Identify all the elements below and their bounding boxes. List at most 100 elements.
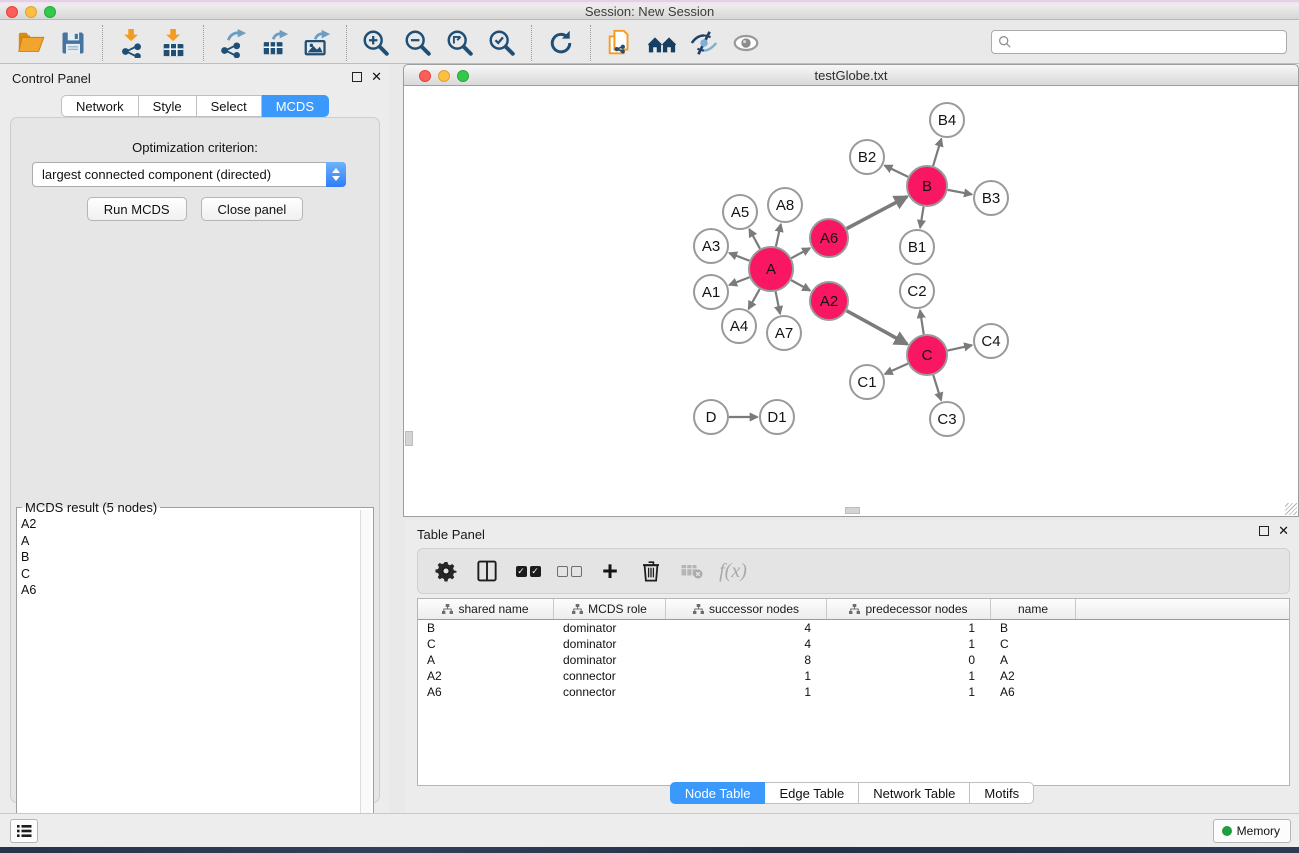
select-all-button[interactable]: ✓✓ [512, 554, 544, 588]
import-network-button[interactable] [113, 25, 151, 61]
deselect-all-button[interactable] [553, 554, 585, 588]
column-header-mcds-role[interactable]: MCDS role [554, 599, 666, 619]
node-C4[interactable]: C4 [974, 324, 1008, 358]
column-header-successor-nodes[interactable]: successor nodes [666, 599, 827, 619]
node-B2[interactable]: B2 [850, 140, 884, 174]
node-C3[interactable]: C3 [930, 402, 964, 436]
delete-table-button[interactable] [676, 554, 708, 588]
search-input[interactable] [1012, 32, 1286, 52]
export-table-button[interactable] [256, 25, 294, 61]
edge-B-B1[interactable] [920, 207, 923, 228]
edge-A2-C[interactable] [847, 311, 908, 344]
node-B1[interactable]: B1 [900, 230, 934, 264]
node-B[interactable]: B [907, 166, 947, 206]
tab-motifs[interactable]: Motifs [970, 782, 1034, 804]
network-vertical-scrollbar[interactable] [405, 431, 413, 446]
node-A1[interactable]: A1 [694, 275, 728, 309]
node-A6[interactable]: A6 [810, 219, 848, 257]
result-item-c[interactable]: C [21, 566, 357, 583]
apply-function-button[interactable]: f(x) [717, 554, 749, 588]
edge-B-B4[interactable] [933, 139, 941, 166]
edge-C-C3[interactable] [933, 375, 941, 400]
node-A4[interactable]: A4 [722, 309, 756, 343]
resize-grip-icon[interactable] [1285, 503, 1297, 515]
refresh-button[interactable] [542, 25, 580, 61]
node-D1[interactable]: D1 [760, 400, 794, 434]
column-header-shared-name[interactable]: shared name [418, 599, 554, 619]
duplicate-network-button[interactable] [601, 25, 639, 61]
node-A5[interactable]: A5 [723, 195, 757, 229]
edge-A-A7[interactable] [776, 292, 781, 314]
edge-A-A1[interactable] [729, 277, 749, 285]
edge-C-C1[interactable] [885, 364, 908, 374]
edge-A-A5[interactable] [749, 229, 760, 249]
column-header-predecessor-nodes[interactable]: predecessor nodes [827, 599, 991, 619]
table-row[interactable]: A2connector11A2 [418, 668, 1289, 684]
tab-select[interactable]: Select [197, 95, 262, 117]
search-field[interactable] [991, 30, 1287, 54]
result-scrollbar[interactable] [360, 510, 371, 845]
edge-A-A2[interactable] [791, 280, 810, 291]
edge-B-B3[interactable] [948, 190, 972, 195]
open-session-button[interactable] [12, 25, 50, 61]
tab-style[interactable]: Style [139, 95, 197, 117]
node-A7[interactable]: A7 [767, 316, 801, 350]
result-item-a[interactable]: A [21, 533, 357, 550]
node-B4[interactable]: B4 [930, 103, 964, 137]
close-panel-icon[interactable]: ✕ [371, 72, 382, 82]
network-canvas[interactable]: B4 B2 B B3 A5 A8A6 B1 A3 A C2 A1 A2 A4 A7 C4 C C1 C3 D D1 [403, 86, 1299, 517]
node-A8[interactable]: A8 [768, 188, 802, 222]
result-item-a2[interactable]: A2 [21, 516, 357, 533]
tab-edge-table[interactable]: Edge Table [765, 782, 859, 804]
save-session-button[interactable] [54, 25, 92, 61]
zoom-out-button[interactable] [399, 25, 437, 61]
edge-A-A8[interactable] [776, 224, 781, 246]
node-B3[interactable]: B3 [974, 181, 1008, 215]
edge-C-C2[interactable] [920, 310, 924, 334]
home-button[interactable] [643, 25, 681, 61]
edge-A-A3[interactable] [729, 253, 749, 261]
edge-A-A6[interactable] [791, 248, 810, 258]
table-options-button[interactable] [430, 554, 462, 588]
node-C1[interactable]: C1 [850, 365, 884, 399]
edge-A6-B[interactable] [847, 197, 907, 229]
add-column-button[interactable]: + [594, 554, 626, 588]
table-row[interactable]: A6connector11A6 [418, 684, 1289, 700]
node-C2[interactable]: C2 [900, 274, 934, 308]
node-A2[interactable]: A2 [810, 282, 848, 320]
node-A[interactable]: A [749, 247, 793, 291]
network-horizontal-scrollbar[interactable] [845, 507, 860, 514]
export-image-button[interactable] [298, 25, 336, 61]
table-row[interactable]: Cdominator41C [418, 636, 1289, 652]
column-header-name[interactable]: name [991, 599, 1076, 619]
table-row[interactable]: Adominator80A [418, 652, 1289, 668]
memory-button[interactable]: Memory [1213, 819, 1291, 843]
show-graphics-details-button[interactable] [727, 25, 765, 61]
node-A3[interactable]: A3 [694, 229, 728, 263]
delete-column-button[interactable] [635, 554, 667, 588]
zoom-selected-button[interactable] [483, 25, 521, 61]
tab-mcds[interactable]: MCDS [262, 95, 329, 117]
tab-network-table[interactable]: Network Table [859, 782, 970, 804]
node-D[interactable]: D [694, 400, 728, 434]
zoom-in-button[interactable] [357, 25, 395, 61]
table-row[interactable]: Bdominator41B [418, 620, 1289, 636]
edge-B-B2[interactable] [885, 165, 909, 176]
hide-graphics-details-button[interactable] [685, 25, 723, 61]
float-panel-icon[interactable] [352, 72, 362, 82]
tab-node-table[interactable]: Node Table [670, 782, 766, 804]
network-window-titlebar[interactable]: testGlobe.txt [403, 64, 1299, 86]
node-C[interactable]: C [907, 335, 947, 375]
task-history-button[interactable] [10, 819, 38, 843]
import-table-button[interactable] [155, 25, 193, 61]
result-item-b[interactable]: B [21, 549, 357, 566]
tab-network[interactable]: Network [61, 95, 139, 117]
edge-C-C4[interactable] [948, 345, 972, 350]
export-network-button[interactable] [214, 25, 252, 61]
edge-A-A4[interactable] [749, 289, 760, 309]
table-close-panel-icon[interactable]: ✕ [1278, 526, 1289, 536]
show-columns-button[interactable] [471, 554, 503, 588]
zoom-fit-button[interactable] [441, 25, 479, 61]
table-float-panel-icon[interactable] [1259, 526, 1269, 536]
result-item-a6[interactable]: A6 [21, 582, 357, 599]
